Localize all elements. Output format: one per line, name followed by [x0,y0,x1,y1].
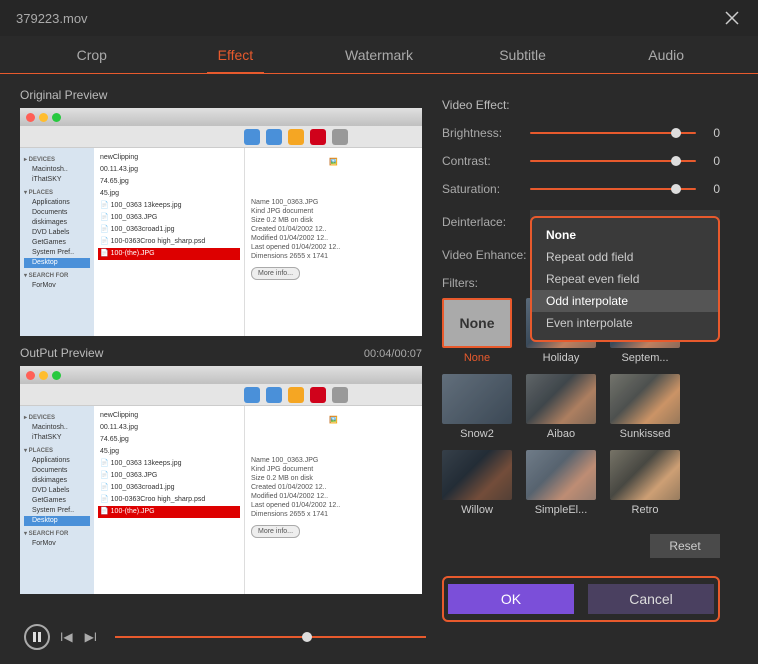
original-preview: ▸ DEVICESMacintosh..iThatSKY ▾ PLACESApp… [20,108,422,336]
filter-willow[interactable]: Willow [442,450,512,516]
original-preview-label: Original Preview [20,88,422,102]
video-effect-label: Video Effect: [442,98,720,112]
deinterlace-opt-repeat-odd[interactable]: Repeat odd field [532,246,718,268]
reset-button[interactable]: Reset [650,534,720,558]
tab-bar: Crop Effect Watermark Subtitle Audio [0,36,758,74]
preview-details: 🖼️ Name 100_0363.JPGKind JPG documentSiz… [244,148,422,336]
tab-effect[interactable]: Effect [164,36,308,73]
brightness-slider[interactable] [530,132,696,134]
brightness-label: Brightness: [442,126,530,140]
cancel-button[interactable]: Cancel [588,584,714,614]
prev-button[interactable]: I◀ [58,630,75,644]
contrast-slider[interactable] [530,160,696,162]
close-icon[interactable] [722,8,742,28]
filter-retro[interactable]: Retro [610,450,680,516]
timeline-slider[interactable] [115,636,426,638]
saturation-slider[interactable] [530,188,696,190]
deinterlace-opt-repeat-even[interactable]: Repeat even field [532,268,718,290]
pause-button[interactable] [24,624,50,650]
deinterlace-label: Deinterlace: [442,215,530,229]
saturation-value: 0 [706,182,720,196]
deinterlace-opt-none[interactable]: None [532,224,718,246]
filter-none[interactable]: NoneNone [442,298,512,364]
time-display: 00:04/00:07 [364,348,422,360]
tab-crop[interactable]: Crop [20,36,164,73]
filter-snow2[interactable]: Snow2 [442,374,512,440]
deinterlace-opt-even-interpolate[interactable]: Even interpolate [532,312,718,334]
filter-aibao[interactable]: Aibao [526,374,596,440]
contrast-label: Contrast: [442,154,530,168]
output-preview: ▸ DEVICESMacintosh..iThatSKY ▾ PLACESApp… [20,366,422,594]
titlebar: 379223.mov [0,0,758,36]
video-enhance-label: Video Enhance: [442,248,530,262]
window-title: 379223.mov [16,11,88,26]
action-buttons: OK Cancel [442,576,720,622]
contrast-value: 0 [706,154,720,168]
tab-watermark[interactable]: Watermark [307,36,451,73]
filter-sunkissed[interactable]: Sunkissed [610,374,680,440]
saturation-label: Saturation: [442,182,530,196]
brightness-value: 0 [706,126,720,140]
player-controls: I◀ ▶I [24,624,426,650]
deinterlace-dropdown: None Repeat odd field Repeat even field … [530,216,720,342]
tab-subtitle[interactable]: Subtitle [451,36,595,73]
preview-filelist: newClipping00.11.43.jpg74.65.jpg45.jpg 📄… [94,148,244,336]
preview-sidebar: ▸ DEVICESMacintosh..iThatSKY ▾ PLACESApp… [20,148,94,336]
filter-simple[interactable]: SimpleEl... [526,450,596,516]
tab-audio[interactable]: Audio [594,36,738,73]
output-preview-label: OutPut Preview [20,346,103,360]
deinterlace-opt-odd-interpolate[interactable]: Odd interpolate [532,290,718,312]
ok-button[interactable]: OK [448,584,574,614]
next-button[interactable]: ▶I [83,630,100,644]
